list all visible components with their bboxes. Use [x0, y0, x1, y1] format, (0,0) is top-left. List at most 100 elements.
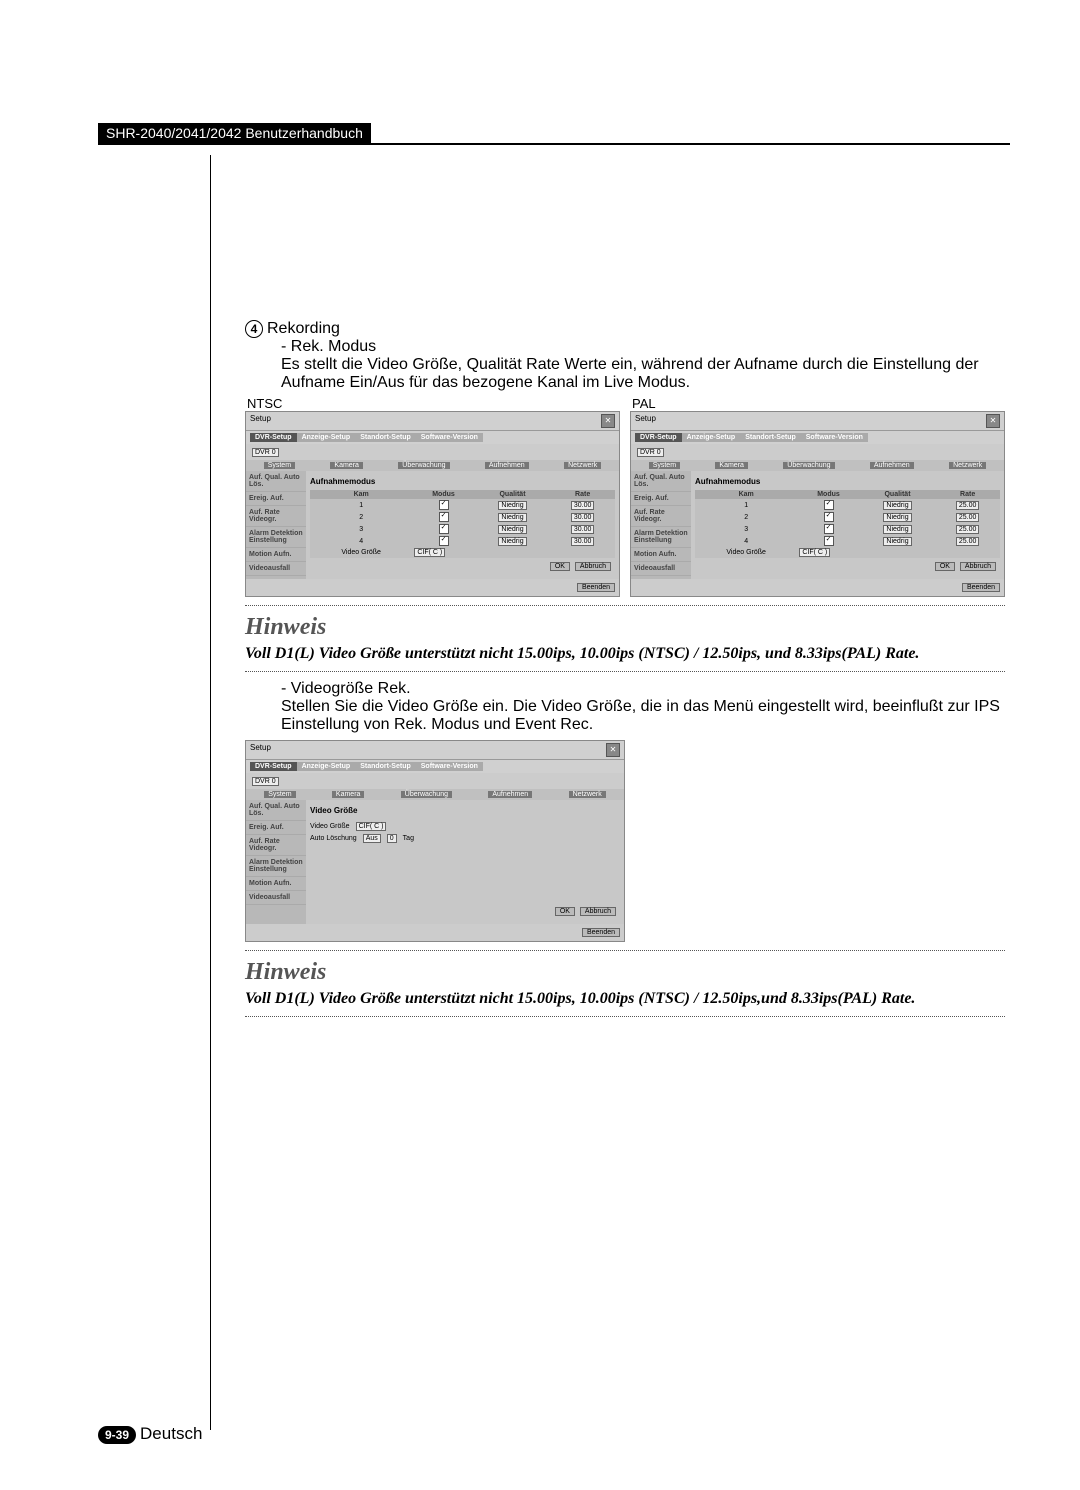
cancel-button[interactable]: Abbruch	[960, 562, 996, 571]
tb-aufnehmen[interactable]: Aufnehmen	[485, 462, 529, 469]
tb-kamera[interactable]: Kamera	[715, 462, 748, 469]
software-version-tab[interactable]: Software-Version	[801, 433, 868, 442]
tb-netzwerk[interactable]: Netzwerk	[949, 462, 986, 469]
tb-netzwerk[interactable]: Netzwerk	[569, 791, 606, 798]
beenden-button[interactable]: Beenden	[582, 928, 620, 937]
video-size-dd[interactable]: CIF( C )	[414, 548, 445, 557]
side-item[interactable]: Ereig. Auf.	[246, 492, 306, 506]
standort-setup-tab[interactable]: Standort-Setup	[355, 433, 416, 442]
side-item[interactable]: Auf. Qual. Auto Lös.	[246, 800, 306, 821]
side-item[interactable]: Alarm Detektion Einstellung	[246, 527, 306, 548]
dvr-setup-tab[interactable]: DVR-Setup	[635, 433, 682, 442]
rate-dd[interactable]: 25.00	[956, 501, 980, 510]
quality-dd[interactable]: Niedrig	[883, 537, 911, 546]
side-item[interactable]: Ereig. Auf.	[246, 821, 306, 835]
section-heading: 4Rekording	[245, 320, 1005, 338]
tb-system[interactable]: System	[264, 791, 295, 798]
tb-ueberwachung[interactable]: Überwachung	[401, 791, 452, 798]
side-item[interactable]: Motion Aufn.	[246, 548, 306, 562]
quality-dd[interactable]: Niedrig	[883, 501, 911, 510]
rate-dd[interactable]: 30.00	[571, 537, 595, 546]
tb-ueberwachung[interactable]: Überwachung	[398, 462, 449, 469]
ok-button[interactable]: OK	[550, 562, 570, 571]
anzeige-setup-tab[interactable]: Anzeige-Setup	[297, 762, 356, 771]
tb-system[interactable]: System	[649, 462, 680, 469]
side-item[interactable]: Motion Aufn.	[246, 877, 306, 891]
checkbox[interactable]: ✓	[824, 512, 834, 522]
side-item[interactable]: Alarm Detektion Einstellung	[631, 527, 691, 548]
video-size-dd[interactable]: CIF( C )	[356, 822, 387, 831]
standort-setup-tab[interactable]: Standort-Setup	[355, 762, 416, 771]
software-version-tab[interactable]: Software-Version	[416, 433, 483, 442]
section-title: Rekording	[267, 320, 340, 337]
quality-dd[interactable]: Niedrig	[498, 513, 526, 522]
record-mode-table: KamModusQualitätRate 1✓Niedrig25.00 2✓Ni…	[695, 490, 1000, 558]
cancel-button[interactable]: Abbruch	[575, 562, 611, 571]
side-item[interactable]: Auf. Rate Videogr.	[631, 506, 691, 527]
tb-netzwerk[interactable]: Netzwerk	[564, 462, 601, 469]
checkbox[interactable]: ✓	[439, 536, 449, 546]
tb-ueberwachung[interactable]: Überwachung	[783, 462, 834, 469]
dvr-dropdown[interactable]: DVR 0	[252, 777, 279, 786]
window-title: Setup	[250, 743, 271, 757]
quality-dd[interactable]: Niedrig	[883, 525, 911, 534]
close-icon[interactable]: ✕	[606, 743, 620, 757]
side-item[interactable]: Videoausfall	[246, 562, 306, 576]
quality-dd[interactable]: Niedrig	[498, 501, 526, 510]
note-text-2: Voll D1(L) Video Größe unterstützt nicht…	[245, 990, 1005, 1008]
close-icon[interactable]: ✕	[601, 414, 615, 428]
auto-delete-dd[interactable]: Aus	[363, 834, 381, 843]
tb-aufnehmen[interactable]: Aufnehmen	[870, 462, 914, 469]
beenden-button[interactable]: Beenden	[962, 583, 1000, 592]
beenden-button[interactable]: Beenden	[577, 583, 615, 592]
checkbox[interactable]: ✓	[824, 536, 834, 546]
tb-aufnehmen[interactable]: Aufnehmen	[488, 791, 532, 798]
panel-title: Aufnahmemodus	[310, 475, 615, 490]
anzeige-setup-tab[interactable]: Anzeige-Setup	[682, 433, 741, 442]
quality-dd[interactable]: Niedrig	[498, 537, 526, 546]
dvr-setup-tab[interactable]: DVR-Setup	[250, 762, 297, 771]
side-item[interactable]: Auf. Qual. Auto Lös.	[246, 471, 306, 492]
tb-kamera[interactable]: Kamera	[332, 791, 365, 798]
quality-dd[interactable]: Niedrig	[883, 513, 911, 522]
tb-kamera[interactable]: Kamera	[330, 462, 363, 469]
side-item[interactable]: Videoausfall	[246, 891, 306, 905]
quality-dd[interactable]: Niedrig	[498, 525, 526, 534]
side-item[interactable]: Ereig. Auf.	[631, 492, 691, 506]
checkbox[interactable]: ✓	[439, 500, 449, 510]
dvr-dropdown[interactable]: DVR 0	[637, 448, 664, 457]
ok-button[interactable]: OK	[935, 562, 955, 571]
cancel-button[interactable]: Abbruch	[580, 907, 616, 916]
side-item[interactable]: Alarm Detektion Einstellung	[246, 856, 306, 877]
rate-dd[interactable]: 25.00	[956, 537, 980, 546]
rate-dd[interactable]: 30.00	[571, 525, 595, 534]
checkbox[interactable]: ✓	[824, 524, 834, 534]
auto-delete-days[interactable]: 0	[387, 834, 397, 843]
rate-dd[interactable]: 30.00	[571, 501, 595, 510]
close-icon[interactable]: ✕	[986, 414, 1000, 428]
side-item[interactable]: Auf. Rate Videogr.	[246, 506, 306, 527]
video-size-dd[interactable]: CIF( C )	[799, 548, 830, 557]
checkbox[interactable]: ✓	[439, 512, 449, 522]
panel-title: Aufnahmemodus	[695, 475, 1000, 490]
side-item[interactable]: Videoausfall	[631, 562, 691, 576]
header-rule	[98, 143, 1010, 145]
anzeige-setup-tab[interactable]: Anzeige-Setup	[297, 433, 356, 442]
table-row: 2✓Niedrig25.00	[695, 511, 1000, 523]
bullet-rek-modus: - Rek. Modus	[281, 338, 1005, 356]
checkbox[interactable]: ✓	[439, 524, 449, 534]
ok-button[interactable]: OK	[555, 907, 575, 916]
rate-dd[interactable]: 25.00	[956, 525, 980, 534]
dvr-dropdown[interactable]: DVR 0	[252, 448, 279, 457]
side-item[interactable]: Auf. Qual. Auto Lös.	[631, 471, 691, 492]
checkbox[interactable]: ✓	[824, 500, 834, 510]
side-item[interactable]: Motion Aufn.	[631, 548, 691, 562]
tb-system[interactable]: System	[264, 462, 295, 469]
side-item[interactable]: Auf. Rate Videogr.	[246, 835, 306, 856]
rate-dd[interactable]: 30.00	[571, 513, 595, 522]
footer-language: Deutsch	[140, 1424, 202, 1443]
rate-dd[interactable]: 25.00	[956, 513, 980, 522]
dvr-setup-tab[interactable]: DVR-Setup	[250, 433, 297, 442]
software-version-tab[interactable]: Software-Version	[416, 762, 483, 771]
standort-setup-tab[interactable]: Standort-Setup	[740, 433, 801, 442]
